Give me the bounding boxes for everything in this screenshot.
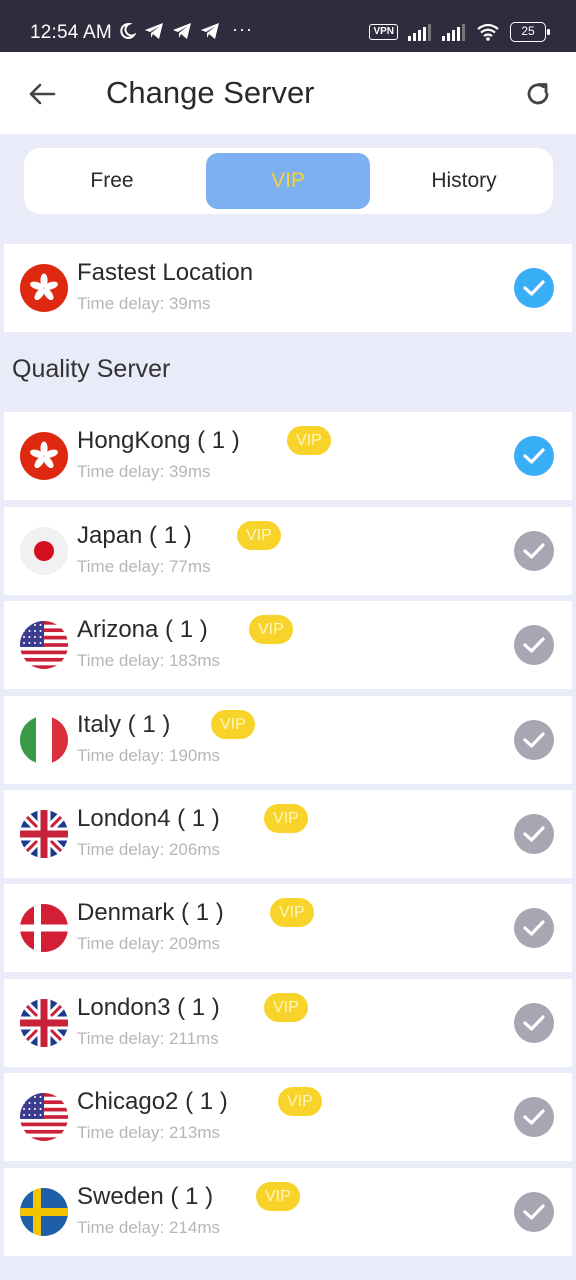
server-name: Japan ( 1 ) bbox=[77, 522, 192, 549]
tab-bar: Free VIP History bbox=[24, 148, 553, 214]
section-title: Quality Server bbox=[12, 355, 171, 383]
time-delay: Time delay: 213ms bbox=[77, 1123, 220, 1142]
time-delay: Time delay: 211ms bbox=[77, 1029, 219, 1048]
server-name: Italy ( 1 ) bbox=[77, 711, 171, 738]
server-name: Fastest Location bbox=[77, 259, 254, 286]
time-delay: Time delay: 77ms bbox=[77, 557, 211, 576]
server-row[interactable]: London3 ( 1 ) VIP Time delay: 211ms bbox=[4, 979, 572, 1067]
telegram-icon bbox=[201, 23, 219, 39]
sweden-flag-icon bbox=[20, 1188, 68, 1236]
vip-badge: VIP bbox=[264, 993, 308, 1022]
uk-flag-icon bbox=[20, 999, 68, 1047]
server-name: London4 ( 1 ) bbox=[77, 805, 220, 832]
battery-icon: 25 bbox=[510, 22, 550, 42]
denmark-flag-icon bbox=[20, 904, 68, 952]
server-row[interactable]: Chicago2 ( 1 ) VIP Time delay: 213ms bbox=[4, 1073, 572, 1161]
time-delay: Time delay: 209ms bbox=[77, 934, 220, 953]
server-name: Arizona ( 1 ) bbox=[77, 616, 208, 643]
server-row[interactable]: Japan ( 1 ) VIP Time delay: 77ms bbox=[4, 507, 572, 595]
server-row[interactable]: Italy ( 1 ) VIP Time delay: 190ms bbox=[4, 696, 572, 784]
moon-icon bbox=[120, 22, 136, 39]
refresh-button[interactable] bbox=[518, 74, 558, 114]
time-delay: Time delay: 214ms bbox=[77, 1218, 220, 1237]
telegram-icon bbox=[173, 23, 191, 39]
check-icon[interactable] bbox=[514, 1192, 554, 1232]
italy-flag-icon bbox=[20, 716, 68, 764]
tab-vip[interactable]: VIP bbox=[206, 153, 370, 209]
vip-badge: VIP bbox=[237, 521, 281, 550]
time-delay: Time delay: 39ms bbox=[77, 462, 211, 481]
telegram-icon bbox=[145, 23, 163, 39]
vpn-icon: VPN bbox=[369, 24, 398, 40]
server-name: Denmark ( 1 ) bbox=[77, 899, 224, 926]
time-delay: Time delay: 39ms bbox=[77, 294, 211, 313]
server-row[interactable]: Denmark ( 1 ) VIP Time delay: 209ms bbox=[4, 884, 572, 972]
wifi-icon bbox=[477, 23, 499, 41]
vip-badge: VIP bbox=[264, 804, 308, 833]
server-name: London3 ( 1 ) bbox=[77, 994, 220, 1021]
vip-badge: VIP bbox=[287, 426, 331, 455]
time-delay: Time delay: 206ms bbox=[77, 840, 220, 859]
tab-free[interactable]: Free bbox=[30, 153, 194, 209]
time-delay: Time delay: 190ms bbox=[77, 746, 220, 765]
status-bar: 12:54 AM ··· VPN 25 bbox=[0, 0, 576, 52]
tab-history[interactable]: History bbox=[382, 153, 546, 209]
server-row[interactable]: London4 ( 1 ) VIP Time delay: 206ms bbox=[4, 790, 572, 878]
fastest-location-row[interactable]: Fastest Location Time delay: 39ms bbox=[4, 244, 572, 332]
hongkong-flag-icon bbox=[20, 264, 68, 312]
back-button[interactable] bbox=[22, 74, 62, 114]
check-icon[interactable] bbox=[514, 1003, 554, 1043]
vip-badge: VIP bbox=[256, 1182, 300, 1211]
vip-badge: VIP bbox=[211, 710, 255, 739]
page-title: Change Server bbox=[106, 75, 315, 110]
time-delay: Time delay: 183ms bbox=[77, 651, 220, 670]
check-icon[interactable] bbox=[514, 720, 554, 760]
check-icon[interactable] bbox=[514, 814, 554, 854]
app-bar: Change Server bbox=[0, 52, 576, 134]
more-notifications-icon: ··· bbox=[232, 19, 253, 39]
check-icon[interactable] bbox=[514, 1097, 554, 1137]
refresh-icon bbox=[527, 83, 549, 105]
server-row[interactable]: Sweden ( 1 ) VIP Time delay: 214ms bbox=[4, 1168, 572, 1256]
check-icon[interactable] bbox=[514, 268, 554, 308]
check-icon[interactable] bbox=[514, 531, 554, 571]
check-icon[interactable] bbox=[514, 436, 554, 476]
signal-icon bbox=[408, 24, 431, 41]
vip-badge: VIP bbox=[249, 615, 293, 644]
arrow-left-icon bbox=[29, 83, 56, 105]
japan-flag-icon bbox=[20, 527, 68, 575]
uk-flag-icon bbox=[20, 810, 68, 858]
server-name: Chicago2 ( 1 ) bbox=[77, 1088, 228, 1115]
hongkong-flag-icon bbox=[20, 432, 68, 480]
check-icon[interactable] bbox=[514, 625, 554, 665]
server-name: HongKong ( 1 ) bbox=[77, 427, 240, 454]
usa-flag-icon bbox=[20, 621, 68, 669]
usa-flag-icon bbox=[20, 1093, 68, 1141]
server-name: Sweden ( 1 ) bbox=[77, 1183, 214, 1210]
server-row[interactable]: Arizona ( 1 ) VIP Time delay: 183ms bbox=[4, 601, 572, 689]
status-time: 12:54 AM bbox=[30, 22, 112, 43]
server-row[interactable]: HongKong ( 1 ) VIP Time delay: 39ms bbox=[4, 412, 572, 500]
check-icon[interactable] bbox=[514, 908, 554, 948]
signal-icon bbox=[442, 24, 465, 41]
vip-badge: VIP bbox=[278, 1087, 322, 1116]
vip-badge: VIP bbox=[270, 898, 314, 927]
